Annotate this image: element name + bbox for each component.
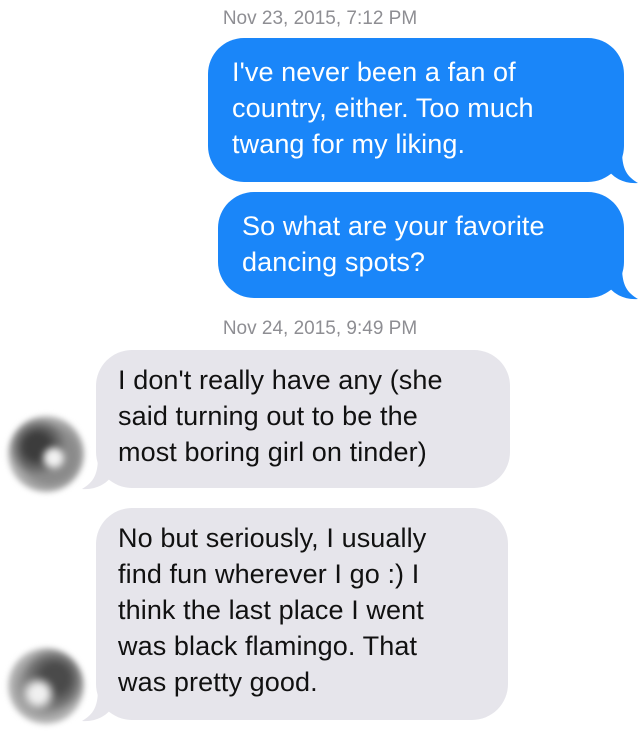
outgoing-bubble-tail bbox=[608, 150, 638, 184]
incoming-message-bubble[interactable]: No but seriously, I usually find fun whe… bbox=[96, 508, 508, 720]
contact-avatar-icon[interactable] bbox=[8, 416, 84, 492]
incoming-bubble-tail bbox=[82, 688, 112, 722]
outgoing-message-bubble[interactable]: I've never been a fan of country, either… bbox=[208, 38, 624, 182]
outgoing-message-bubble[interactable]: So what are your favorite dancing spots? bbox=[218, 192, 624, 298]
incoming-bubble-tail bbox=[82, 456, 112, 490]
timestamp-nov-24: Nov 24, 2015, 9:49 PM bbox=[222, 318, 418, 339]
contact-avatar-icon[interactable] bbox=[8, 648, 84, 724]
incoming-message-bubble[interactable]: I don't really have any (she said turnin… bbox=[96, 350, 510, 488]
outgoing-bubble-tail bbox=[608, 266, 638, 300]
timestamp-nov-23: Nov 23, 2015, 7:12 PM bbox=[222, 8, 418, 29]
